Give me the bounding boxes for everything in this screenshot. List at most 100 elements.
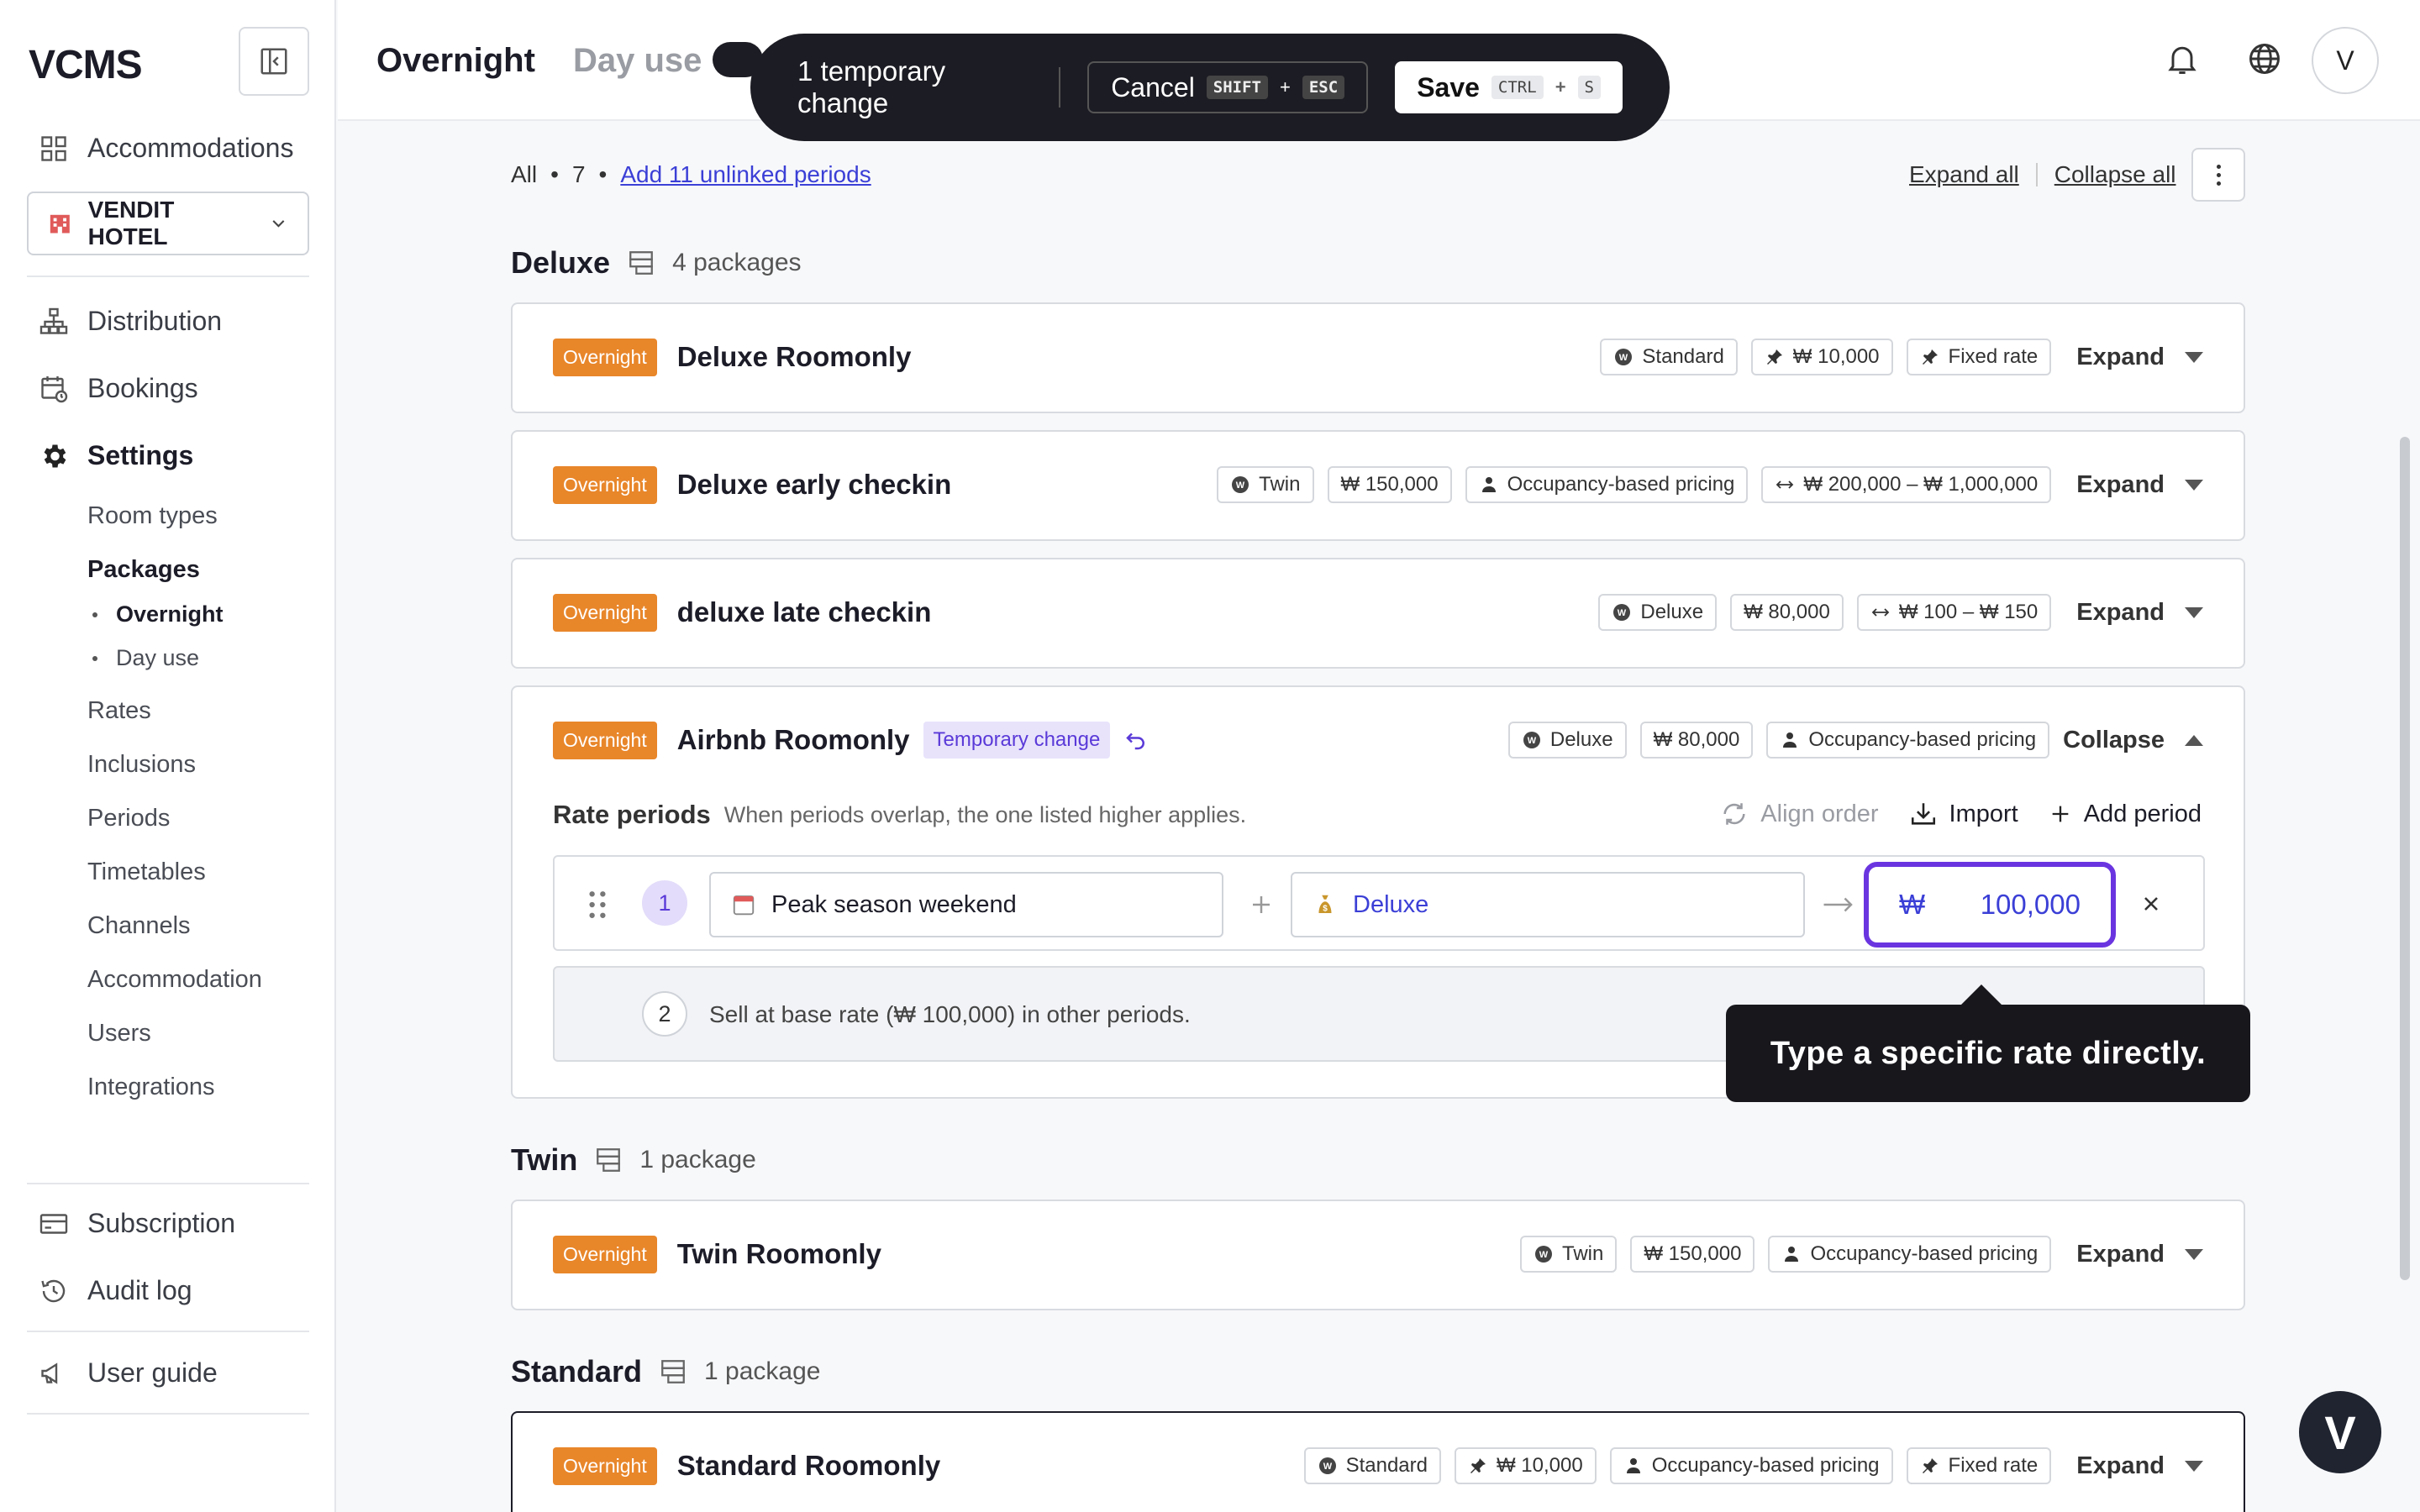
nav-audit-log-label: Audit log xyxy=(87,1275,192,1305)
nav-user-guide-label: User guide xyxy=(87,1357,218,1388)
tab-overnight[interactable]: Overnight xyxy=(376,42,535,80)
room-type-tag: W Twin xyxy=(1217,466,1314,503)
nav-periods[interactable]: Periods xyxy=(87,805,170,832)
caret-down-icon xyxy=(2185,351,2203,363)
nav-accommodations[interactable]: Accommodations xyxy=(39,133,293,164)
rate-input[interactable]: ₩ 100,000 xyxy=(1864,862,2116,948)
plus-icon xyxy=(1253,896,1270,913)
add-unlinked-periods-link[interactable]: Add 11 unlinked periods xyxy=(620,161,871,188)
nav-subscription[interactable]: Subscription xyxy=(39,1208,235,1239)
nav-settings[interactable]: Settings xyxy=(39,440,193,471)
rate-periods-title: Rate periods xyxy=(553,800,711,829)
grid-icon xyxy=(41,135,66,161)
nav-packages-overnight[interactable]: Overnight xyxy=(92,601,224,627)
shortcut-key: SHIFT xyxy=(1206,76,1268,99)
rate-plan-select[interactable]: $ Deluxe xyxy=(1291,872,1805,937)
person-icon xyxy=(1481,477,1496,492)
package-card[interactable]: Overnight deluxe late checkin W Deluxe ₩ … xyxy=(511,558,2245,669)
caret-down-icon xyxy=(2185,1248,2203,1260)
expand-label: Expand xyxy=(2076,598,2165,626)
pricing-type-tag: Occupancy-based pricing xyxy=(1465,466,1749,503)
package-card[interactable]: Overnight Deluxe early checkin W Twin ₩ 1… xyxy=(511,430,2245,541)
currency-symbol: ₩ xyxy=(1899,889,1926,920)
card-icon xyxy=(39,1213,68,1234)
shortcut-key: S xyxy=(1577,76,1601,99)
expand-button[interactable]: Expand xyxy=(2076,599,2203,627)
chevron-down-icon xyxy=(272,220,285,228)
expand-button[interactable]: Expand xyxy=(2076,471,2203,499)
help-fab-button[interactable]: V xyxy=(2299,1391,2381,1473)
undo-icon[interactable] xyxy=(1123,727,1149,753)
nav-integrations[interactable]: Integrations xyxy=(87,1074,215,1101)
filter-all[interactable]: All xyxy=(511,161,537,188)
period-select[interactable]: Peak season weekend xyxy=(709,872,1223,937)
nav-user-guide[interactable]: User guide xyxy=(39,1357,218,1389)
nav-room-types[interactable]: Room types xyxy=(87,502,218,530)
divider xyxy=(2035,163,2038,186)
svg-text:W: W xyxy=(1539,1250,1549,1260)
tag-label: Deluxe xyxy=(1640,601,1704,623)
more-vertical-icon xyxy=(2216,181,2221,186)
avatar[interactable]: V xyxy=(2312,27,2379,94)
temporary-change-badge: Temporary change xyxy=(923,722,1111,759)
nav-packages-dayuse[interactable]: Day use xyxy=(92,645,199,671)
tab-dayuse[interactable]: Day use xyxy=(573,42,702,80)
align-order-button[interactable]: Align order xyxy=(1720,800,1879,828)
package-card[interactable]: Overnight Deluxe Roomonly W Standard ₩ 10… xyxy=(511,302,2245,413)
close-icon[interactable] xyxy=(2139,892,2163,916)
bell-icon[interactable] xyxy=(2164,40,2201,77)
collapse-all-link[interactable]: Collapse all xyxy=(2054,161,2176,188)
nav-audit-log[interactable]: Audit log xyxy=(39,1275,192,1306)
room-type-tag: W Deluxe xyxy=(1598,594,1718,631)
rate-value: 100,000 xyxy=(1980,889,2081,920)
nav-inclusions[interactable]: Inclusions xyxy=(87,751,196,779)
sidebar-toggle-button[interactable] xyxy=(239,27,309,96)
room-type-tag: W Deluxe xyxy=(1507,722,1627,759)
pin-icon xyxy=(1470,1458,1486,1473)
more-options-button[interactable] xyxy=(2191,148,2245,202)
collapse-label: Collapse xyxy=(2063,726,2165,753)
tag-label: ₩ 10,000 xyxy=(1496,1454,1583,1477)
separator-dot: • xyxy=(598,161,608,187)
expand-button[interactable]: Expand xyxy=(2076,1241,2203,1268)
sidebar-collapse-icon xyxy=(260,48,287,75)
nav-rates[interactable]: Rates xyxy=(87,697,151,725)
nav-channels[interactable]: Channels xyxy=(87,912,191,940)
tag-label: ₩ 80,000 xyxy=(1653,728,1740,751)
package-name: deluxe late checkin xyxy=(676,596,932,627)
price-range-tag: ₩ 100 – ₩ 150 xyxy=(1856,594,2052,631)
expand-label: Expand xyxy=(2076,1452,2165,1479)
svg-text:W: W xyxy=(1528,736,1537,746)
nav-distribution-label: Distribution xyxy=(87,306,223,336)
rate-periods-actions: Align order Import Add period xyxy=(1720,800,2202,828)
shortcut-plus: + xyxy=(1280,76,1291,97)
collapse-button[interactable]: Collapse xyxy=(2063,727,2203,754)
sidebar: VCMS Accommodations VENDIT HOTEL Distrib… xyxy=(0,0,336,1512)
add-period-button[interactable]: Add period xyxy=(2049,801,2202,828)
hotel-select[interactable]: VENDIT HOTEL xyxy=(27,192,309,255)
expand-all-link[interactable]: Expand all xyxy=(1909,161,2019,188)
drag-handle-icon[interactable] xyxy=(588,890,607,919)
nav-users[interactable]: Users xyxy=(87,1020,151,1047)
nav-timetables[interactable]: Timetables xyxy=(87,858,206,886)
scrollbar[interactable] xyxy=(2400,437,2410,1280)
nav-accommodation[interactable]: Accommodation xyxy=(87,966,262,994)
globe-icon[interactable] xyxy=(2246,40,2283,77)
overnight-badge: Overnight xyxy=(553,1235,657,1273)
period-priority-number: 2 xyxy=(642,991,687,1037)
nav-distribution[interactable]: Distribution xyxy=(39,306,222,337)
package-card[interactable]: Overnight Standard Roomonly W Standard ₩ … xyxy=(511,1411,2245,1512)
overnight-badge: Overnight xyxy=(553,465,657,504)
section-twin: Twin 1 package xyxy=(511,1142,756,1178)
caret-down-icon xyxy=(2185,606,2203,618)
save-button[interactable]: Save CTRL + S xyxy=(1395,61,1623,113)
expand-button[interactable]: Expand xyxy=(2076,344,2203,371)
expand-button[interactable]: Expand xyxy=(2076,1452,2203,1480)
nav-packages[interactable]: Packages xyxy=(87,556,200,584)
package-card[interactable]: Overnight Twin Roomonly W Twin ₩ 150,000 … xyxy=(511,1200,2245,1310)
nav-bookings[interactable]: Bookings xyxy=(39,373,198,404)
import-button[interactable]: Import xyxy=(1909,800,2018,828)
cancel-button[interactable]: Cancel SHIFT + ESC xyxy=(1087,61,1369,113)
person-icon xyxy=(1626,1458,1640,1473)
logo: VCMS xyxy=(29,43,143,87)
